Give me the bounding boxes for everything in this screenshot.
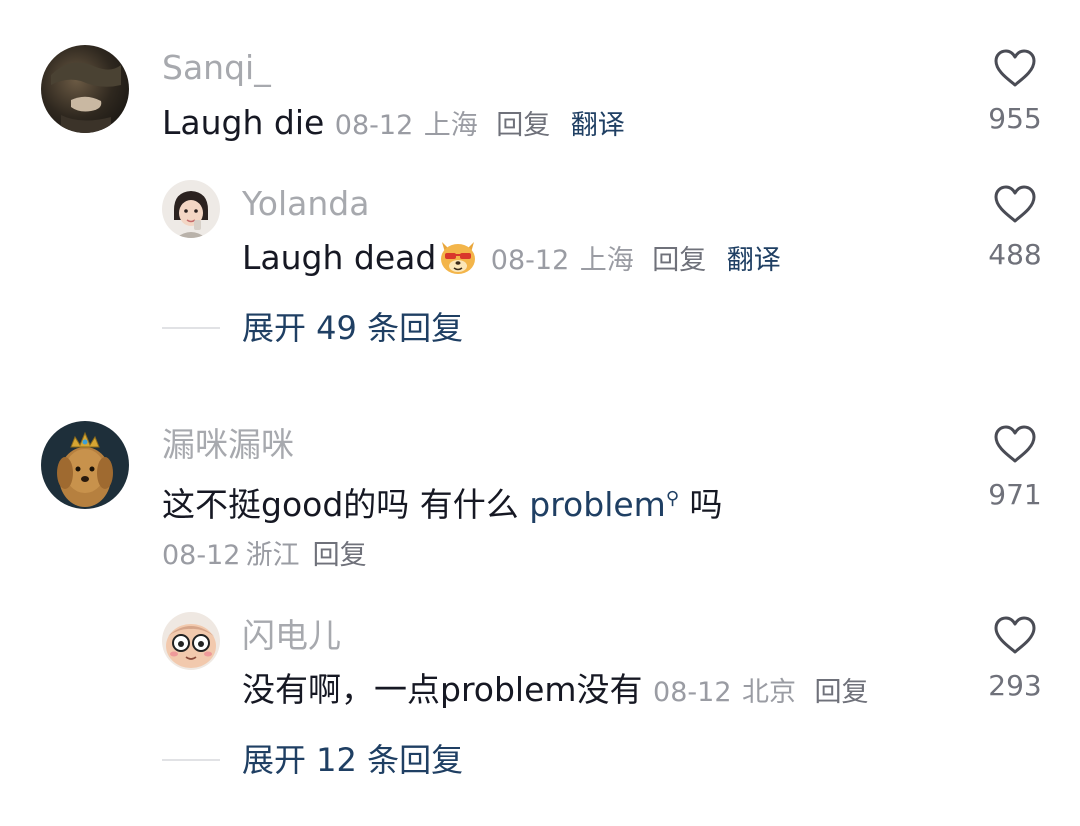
expand-divider bbox=[162, 759, 220, 761]
like-count: 293 bbox=[988, 669, 1042, 702]
reply-text-line: Laugh dead 08-12 上海 回复 翻译 bbox=[242, 236, 781, 283]
translate-button[interactable]: 翻译 bbox=[727, 245, 781, 276]
dog-emoji-icon bbox=[436, 234, 480, 278]
reply-text: Laugh dead bbox=[242, 238, 437, 277]
avatar-image bbox=[41, 45, 129, 133]
reply-date: 08-12 bbox=[653, 677, 732, 708]
reply-username[interactable]: 闪电儿 bbox=[242, 616, 341, 656]
comment-location: 浙江 bbox=[245, 540, 300, 571]
avatar-image bbox=[162, 180, 220, 238]
like-count: 955 bbox=[988, 102, 1042, 135]
reply-username[interactable]: Yolanda bbox=[242, 184, 369, 224]
like-button[interactable]: 488 bbox=[985, 184, 1045, 272]
comment-text-line: 这不挺good的吗 有什么 problem⚲ 吗 bbox=[162, 477, 723, 527]
like-count: 488 bbox=[988, 238, 1042, 271]
like-button[interactable]: 955 bbox=[985, 48, 1045, 136]
reply-button[interactable]: 回复 bbox=[496, 110, 550, 141]
comment-text-line: Laugh die 08-12 上海 回复 翻译 bbox=[162, 101, 625, 148]
expand-replies-button[interactable]: 展开 49 条回复 bbox=[242, 308, 463, 348]
avatar[interactable] bbox=[162, 612, 220, 670]
search-link[interactable]: problem bbox=[529, 485, 666, 524]
comment-meta-line: 08-12 浙江 回复 bbox=[162, 536, 367, 579]
comment-text: 这不挺good的吗 有什么 bbox=[162, 485, 530, 524]
reply-location: 上海 bbox=[579, 245, 634, 276]
avatar[interactable] bbox=[41, 421, 129, 509]
comment-date: 08-12 bbox=[334, 110, 414, 141]
avatar[interactable] bbox=[162, 180, 220, 238]
reply-button[interactable]: 回复 bbox=[313, 540, 367, 571]
comment-username[interactable]: Sanqi_ bbox=[162, 48, 271, 88]
heart-outline-icon bbox=[994, 185, 1036, 223]
heart-outline-icon bbox=[994, 49, 1036, 87]
avatar[interactable] bbox=[41, 45, 129, 133]
expand-divider bbox=[162, 327, 220, 329]
comment-date: 08-12 bbox=[162, 540, 241, 571]
comment-username[interactable]: 漏咪漏咪 bbox=[162, 425, 294, 465]
comment-location: 上海 bbox=[423, 110, 478, 141]
search-mini-icon: ⚲ bbox=[665, 488, 679, 509]
reply-button[interactable]: 回复 bbox=[815, 677, 869, 708]
expand-replies-button[interactable]: 展开 12 条回复 bbox=[242, 740, 463, 780]
like-count: 971 bbox=[988, 478, 1042, 511]
like-button[interactable]: 293 bbox=[985, 615, 1045, 703]
reply-location: 北京 bbox=[742, 677, 797, 708]
reply-text-line: 没有啊，一点problem没有 08-12 北京 回复 bbox=[242, 668, 869, 715]
translate-button[interactable]: 翻译 bbox=[571, 110, 625, 141]
comment-text: Laugh die bbox=[162, 103, 325, 142]
like-button[interactable]: 971 bbox=[985, 424, 1045, 512]
reply-text: 没有啊，一点problem没有 bbox=[242, 670, 643, 709]
reply-button[interactable]: 回复 bbox=[652, 245, 706, 276]
avatar-image bbox=[162, 612, 220, 670]
comment-text-tail: 吗 bbox=[679, 485, 723, 524]
avatar-image bbox=[41, 421, 129, 509]
heart-outline-icon bbox=[994, 425, 1036, 463]
heart-outline-icon bbox=[994, 616, 1036, 654]
reply-date: 08-12 bbox=[490, 245, 570, 276]
